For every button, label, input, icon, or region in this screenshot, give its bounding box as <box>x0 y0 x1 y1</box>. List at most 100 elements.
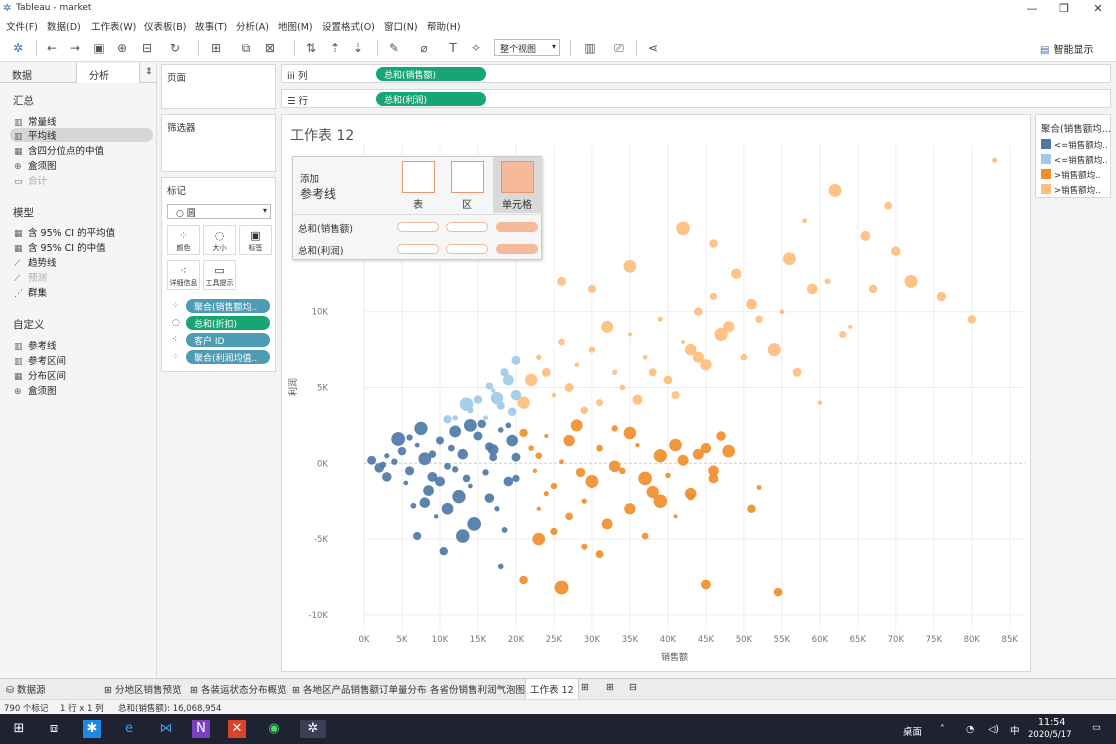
drop-slot-cell-profit[interactable] <box>496 244 538 254</box>
windows-start-icon[interactable]: ⊞ <box>10 720 28 738</box>
new-story-icon[interactable]: ⊟ <box>629 682 637 693</box>
mark-type-select[interactable]: ○ 圆 ▾ <box>167 204 271 219</box>
legend-item[interactable]: <=销售额均.. <box>1041 154 1108 166</box>
analytics-item-average-line[interactable]: ▥ 平均线 <box>10 128 153 142</box>
sort-desc-icon[interactable]: ⇣ <box>350 40 366 56</box>
vscode-icon[interactable]: ⋈ <box>157 720 175 738</box>
rows-pill[interactable]: 总和(利润) <box>376 92 486 106</box>
tray-chevron-icon[interactable]: ˄ <box>940 724 945 735</box>
sort-asc-icon[interactable]: ⇡ <box>327 40 343 56</box>
highlight-icon[interactable]: ✎ <box>386 40 402 56</box>
network-icon[interactable]: ◔ <box>966 724 974 735</box>
volume-icon[interactable]: ◁) <box>988 724 999 735</box>
analytics-item-reference-band[interactable]: ▥ 参考区间 <box>14 353 154 367</box>
refresh-icon[interactable]: ↻ <box>167 40 183 56</box>
desktop-label[interactable]: 桌面 <box>903 724 922 738</box>
restore-button[interactable]: ❐ <box>1052 1 1076 17</box>
tab-data[interactable]: 数据 <box>0 63 44 83</box>
sheet-tab[interactable]: ⊞ 各地区产品销售额订单量分布 <box>292 682 427 696</box>
columns-shelf[interactable]: iii 列 总和(销售额) <box>281 64 1111 83</box>
analytics-item-constant-line[interactable]: ▥ 常量线 <box>14 114 154 128</box>
drop-slot-cell-sales[interactable] <box>496 222 538 232</box>
color-button[interactable]: ⁘ 颜色 <box>167 225 200 255</box>
legend-item[interactable]: >销售额均.. <box>1041 169 1101 181</box>
new-datasource-icon[interactable]: ⊕ <box>114 40 130 56</box>
forward-icon[interactable]: → <box>67 40 83 56</box>
swap-icon[interactable]: ⇅ <box>303 40 319 56</box>
minimize-button[interactable]: — <box>1020 1 1044 17</box>
detail-button[interactable]: ⁖ 详细信息 <box>167 260 200 290</box>
onenote-icon[interactable]: N <box>192 720 210 738</box>
tab-analytics[interactable]: 分析 <box>76 63 140 83</box>
tableau-home-icon[interactable]: ✲ <box>10 40 26 56</box>
back-icon[interactable]: ← <box>44 40 60 56</box>
sheet-tab[interactable]: ⊞ 分地区销售预览 <box>104 682 182 696</box>
pages-shelf[interactable]: 页面 <box>161 64 276 109</box>
ime-indicator[interactable]: 中 <box>1010 723 1020 737</box>
analytics-item-trend-line[interactable]: ⟋ 趋势线 <box>14 255 154 269</box>
show-cards-icon[interactable]: ▥ <box>582 40 598 56</box>
analytics-item-totals[interactable]: ▭ 合计 <box>14 173 154 187</box>
clear-sheet-icon[interactable]: ⊠ <box>262 40 278 56</box>
pin-icon[interactable]: ✧ <box>468 40 484 56</box>
scope-cell-option[interactable]: 单元格 <box>495 161 539 213</box>
legend-item[interactable]: <=销售额均.. <box>1041 139 1108 151</box>
duplicate-sheet-icon[interactable]: ⧉ <box>238 40 254 56</box>
menu-file[interactable]: 文件(F) <box>6 19 38 33</box>
new-sheet-icon[interactable]: ⊞ <box>208 40 224 56</box>
analytics-item-distribution-band[interactable]: ▦ 分布区间 <box>14 368 154 382</box>
size-button[interactable]: ◌ 大小 <box>203 225 236 255</box>
sheet-tab[interactable]: 各省份销售利润气泡图 <box>430 682 525 696</box>
fit-view-select[interactable]: 整个视图 ▾ <box>494 39 560 56</box>
label-icon[interactable]: T <box>445 40 461 56</box>
sheet-tab[interactable]: ⊞ 各装运状态分布概览 <box>190 682 287 696</box>
menu-map[interactable]: 地图(M) <box>278 19 313 33</box>
xmind-icon[interactable]: ✕ <box>228 720 246 738</box>
menu-story[interactable]: 故事(T) <box>195 19 227 33</box>
drop-slot-table-sales[interactable] <box>397 222 439 232</box>
analytics-item-median-ci[interactable]: ▦ 含 95% CI 的中值 <box>14 240 154 254</box>
pause-icon[interactable]: ⊟ <box>139 40 155 56</box>
tooltip-button[interactable]: ▭ 工具提示 <box>203 260 236 290</box>
scope-table-option[interactable]: 表 <box>396 161 440 213</box>
analytics-item-custom-boxplot[interactable]: ⊕ 盒须图 <box>14 383 154 397</box>
scope-pane-option[interactable]: 区 <box>445 161 489 213</box>
analytics-item-cluster[interactable]: ⋰ 群集 <box>14 285 154 299</box>
menu-data[interactable]: 数据(D) <box>47 19 81 33</box>
wechat-icon[interactable]: ◉ <box>265 720 283 738</box>
share-icon[interactable]: ⋖ <box>645 40 661 56</box>
task-view-icon[interactable]: ⧈ <box>45 720 63 738</box>
rows-shelf[interactable]: ☰ 行 总和(利润) <box>281 89 1111 108</box>
marks-pill-color-2[interactable]: 聚合(利润均值.. <box>186 350 270 364</box>
tableau-taskbar-icon[interactable]: ✲ <box>300 720 326 738</box>
presentation-icon[interactable]: ⎚ <box>611 40 627 56</box>
clock-date[interactable]: 2020/5/17 <box>1028 730 1072 740</box>
new-dashboard-icon[interactable]: ⊞ <box>606 682 614 693</box>
tab-datasource[interactable]: ⛁ 数据源 <box>6 682 46 696</box>
analytics-item-reference-line[interactable]: ▥ 参考线 <box>14 338 154 352</box>
analytics-item-forecast[interactable]: ⟋ 预测 <box>14 270 154 284</box>
smart-display-button[interactable]: ▤ 智能显示 <box>1040 41 1093 56</box>
new-worksheet-icon[interactable]: ⊞ <box>581 682 589 693</box>
menu-analysis[interactable]: 分析(A) <box>236 19 269 33</box>
clock-time[interactable]: 11:54 <box>1038 717 1065 728</box>
marks-pill-detail[interactable]: 客户 ID <box>186 333 270 347</box>
drop-slot-table-profit[interactable] <box>397 244 439 254</box>
save-icon[interactable]: ▣ <box>91 40 107 56</box>
filters-shelf[interactable]: 筛选器 <box>161 114 276 172</box>
drop-slot-pane-profit[interactable] <box>446 244 488 254</box>
menu-dashboard[interactable]: 仪表板(B) <box>144 19 186 33</box>
pane-menu-icon[interactable]: ⇕ <box>145 67 153 77</box>
menu-window[interactable]: 窗口(N) <box>384 19 418 33</box>
app-icon[interactable]: ✱ <box>83 720 101 738</box>
menu-worksheet[interactable]: 工作表(W) <box>91 19 136 33</box>
drop-slot-pane-sales[interactable] <box>446 222 488 232</box>
analytics-item-boxplot[interactable]: ⊕ 盒须图 <box>14 158 154 172</box>
label-button[interactable]: ▣ 标签 <box>239 225 272 255</box>
sheet-tab-active[interactable]: 工作表 12 <box>525 679 579 700</box>
close-button[interactable]: ✕ <box>1086 1 1110 17</box>
menu-format[interactable]: 设置格式(O) <box>322 19 375 33</box>
marks-pill-color[interactable]: 聚合(销售额均.. <box>186 299 270 313</box>
columns-pill[interactable]: 总和(销售额) <box>376 67 486 81</box>
group-icon[interactable]: ⌀ <box>416 40 432 56</box>
